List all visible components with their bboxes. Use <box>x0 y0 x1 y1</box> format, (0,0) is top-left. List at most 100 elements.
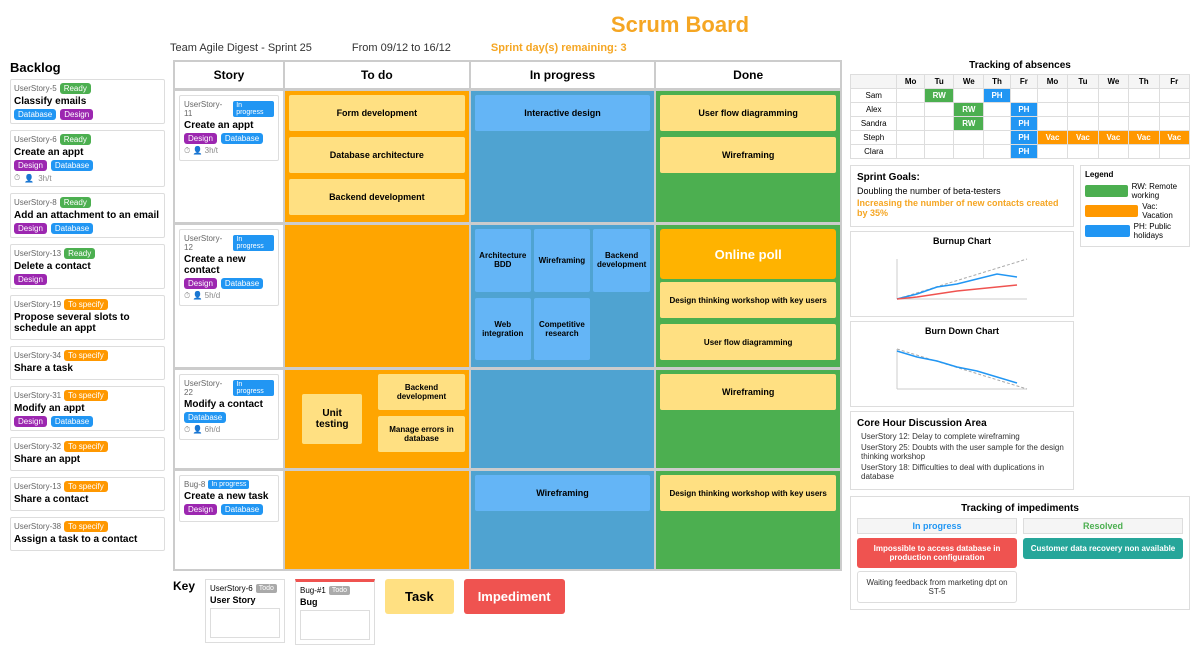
absence-row-alex: Alex RW PH <box>851 103 1190 117</box>
imp-resolved-header: Resolved <box>1023 518 1183 534</box>
task-note: Backend development <box>289 179 465 215</box>
core-hour-item-3: UserStory 18: Difficulties to deal with … <box>857 463 1067 481</box>
absence-row-steph: Steph PH Vac Vac Vac Vac Vac <box>851 131 1190 145</box>
backlog-item: UserStory-5 Ready Classify emails Databa… <box>10 79 165 124</box>
legend-ph: PH: Public holidays <box>1085 222 1185 240</box>
col-header-story: Story <box>174 61 284 89</box>
task-note: Backend development <box>378 374 464 410</box>
todo-cell-2 <box>284 224 470 368</box>
key-user-story: UserStory-6 Todo User Story <box>205 579 285 643</box>
impediments-panel: Tracking of impediments In progress Impo… <box>850 496 1190 610</box>
legend-panel: Legend RW: Remote working Vac: Vacation … <box>1080 165 1190 490</box>
backlog-item: UserStory-6 Ready Create an appt Design … <box>10 130 165 187</box>
task-note: Interactive design <box>475 95 651 131</box>
burnup-chart: Burnup Chart <box>850 231 1074 317</box>
story-cell-4: Bug-8 In progress Create a new task Desi… <box>174 470 284 570</box>
impediments-inprogress-col: In progress Impossible to access databas… <box>857 518 1017 603</box>
burnup-title: Burnup Chart <box>855 236 1069 246</box>
burndown-title: Burn Down Chart <box>855 326 1069 336</box>
task-note: Wireframing <box>534 229 590 292</box>
backlog-item: UserStory-13 Ready Delete a contact Desi… <box>10 244 165 289</box>
key-bug: Bug-#1 Todo Bug <box>295 579 375 645</box>
legend-title: Legend <box>1085 170 1185 179</box>
page-title: Scrum Board <box>170 12 1190 38</box>
inprogress-cell-4: Wireframing <box>470 470 656 570</box>
story-cell-2: UserStory-12 In progress Create a new co… <box>174 224 284 368</box>
todo-cell-1: Form development Database architecture B… <box>284 90 470 223</box>
backlog-item: UserStory-8 Ready Add an attachment to a… <box>10 193 165 238</box>
goal-1: Doubling the number of beta-testers <box>857 186 1067 196</box>
absences-panel: Tracking of absences Mo Tu We Th Fr Mo T… <box>850 60 1190 159</box>
backlog-item: UserStory-19 To specify Propose several … <box>10 295 165 340</box>
goal-2: Increasing the number of new contacts cr… <box>857 198 1067 218</box>
col-header-todo: To do <box>284 61 470 89</box>
task-note: Database architecture <box>289 137 465 173</box>
core-hour-panel: Core Hour Discussion Area UserStory 12: … <box>850 411 1074 490</box>
story-card-2[interactable]: UserStory-12 In progress Create a new co… <box>179 229 279 306</box>
date-range: From 09/12 to 16/12 <box>352 42 451 54</box>
absences-table: Mo Tu We Th Fr Mo Tu We Th Fr <box>850 74 1190 159</box>
legend-rw-label: RW: Remote working <box>1132 182 1185 200</box>
task-note: User flow diagramming <box>660 95 836 131</box>
sprint-goals: Sprint Goals: Doubling the number of bet… <box>850 165 1074 227</box>
imp-impossible: Impossible to access database in product… <box>857 538 1017 568</box>
done-cell-2: Online poll Design thinking workshop wit… <box>655 224 841 368</box>
board-row-3: UserStory-22 In progress Modify a contac… <box>173 369 842 470</box>
imp-inprogress-header: In progress <box>857 518 1017 534</box>
board-row-4: Bug-8 In progress Create a new task Desi… <box>173 470 842 571</box>
task-note: Wireframing <box>660 374 836 410</box>
goals-charts: Sprint Goals: Doubling the number of bet… <box>850 165 1074 490</box>
imp-card-1: Impossible to access database in product… <box>857 538 1017 603</box>
key-title: Key <box>173 579 195 593</box>
task-note: Web integration <box>475 298 531 361</box>
backlog-item: UserStory-13 To specify Share a contact <box>10 477 165 511</box>
story-card-4[interactable]: Bug-8 In progress Create a new task Desi… <box>179 475 279 522</box>
task-note: Form development <box>289 95 465 131</box>
unit-testing-note: Unit testing <box>302 394 362 444</box>
burndown-chart: Burn Down Chart <box>850 321 1074 407</box>
story-card-3[interactable]: UserStory-22 In progress Modify a contac… <box>179 374 279 440</box>
sprint-remaining: Sprint day(s) remaining: 3 <box>491 42 627 54</box>
impediments-title: Tracking of impediments <box>857 503 1183 514</box>
col-header-inprogress: In progress <box>470 61 656 89</box>
story-cell-1: UserStory-11 In progress Create an appt … <box>174 90 284 223</box>
task-note: Competitive research <box>534 298 590 361</box>
task-note: User flow diagramming <box>660 324 836 360</box>
imp-waiting: Waiting feedback from marketing dpt on S… <box>857 571 1017 603</box>
legend-box: Legend RW: Remote working Vac: Vacation … <box>1080 165 1190 247</box>
task-note: Wireframing <box>475 475 651 511</box>
task-note: Backend development <box>593 229 650 292</box>
backlog-item: UserStory-31 To specify Modify an appt D… <box>10 386 165 431</box>
col-header-done: Done <box>655 61 841 89</box>
inprogress-cell-3 <box>470 369 656 469</box>
task-note: Wireframing <box>660 137 836 173</box>
backlog-item: UserStory-34 To specify Share a task <box>10 346 165 380</box>
legend-ph-label: PH: Public holidays <box>1134 222 1185 240</box>
backlog-item: UserStory-32 To specify Share an appt <box>10 437 165 471</box>
inprogress-cell-2: Architecture BDD Wireframing Backend dev… <box>470 224 656 368</box>
key-impediment: Impediment <box>464 579 565 614</box>
todo-cell-3: Unit testing Backend development Manage … <box>284 369 470 469</box>
absence-row-sam: Sam RW PH <box>851 89 1190 103</box>
right-panel: Tracking of absences Mo Tu We Th Fr Mo T… <box>850 60 1190 645</box>
story-card-1[interactable]: UserStory-11 In progress Create an appt … <box>179 95 279 161</box>
team-info: Team Agile Digest - Sprint 25 <box>170 42 312 54</box>
imp-customer: Customer data recovery non available <box>1023 538 1183 559</box>
board-row-1: UserStory-11 In progress Create an appt … <box>173 90 842 224</box>
todo-cell-4 <box>284 470 470 570</box>
key-task: Task <box>385 579 454 614</box>
sprint-goals-title: Sprint Goals: <box>857 172 1067 183</box>
done-cell-3: Wireframing <box>655 369 841 469</box>
absence-row-sandra: Sandra RW PH <box>851 117 1190 131</box>
legend-ph-color <box>1085 225 1130 237</box>
done-cell-4: Design thinking workshop with key users <box>655 470 841 570</box>
task-note: Manage errors in database <box>378 416 464 452</box>
legend-vac-label: Vac: Vacation <box>1142 202 1185 220</box>
middle-right-row: Sprint Goals: Doubling the number of bet… <box>850 165 1190 490</box>
core-hour-title: Core Hour Discussion Area <box>857 418 1067 429</box>
legend-rw-color <box>1085 185 1128 197</box>
absences-title: Tracking of absences <box>850 60 1190 71</box>
backlog-item: UserStory-38 To specify Assign a task to… <box>10 517 165 551</box>
burnup-svg <box>855 249 1069 309</box>
core-hour-item-2: UserStory 25: Doubts with the user sampl… <box>857 443 1067 461</box>
